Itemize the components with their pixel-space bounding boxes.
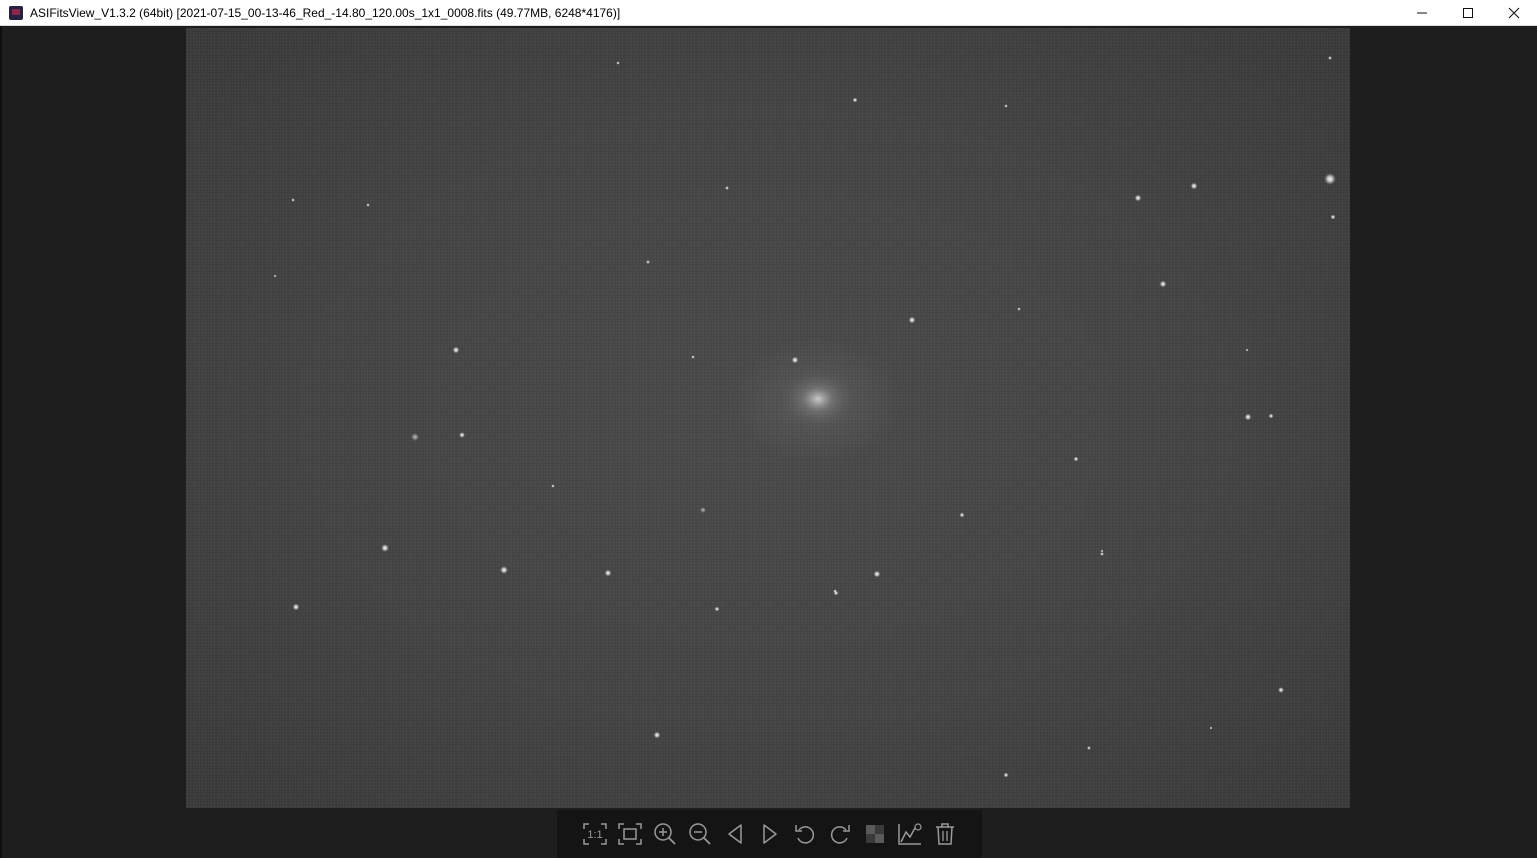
star bbox=[1100, 552, 1104, 556]
star bbox=[1330, 214, 1336, 220]
star bbox=[411, 433, 419, 441]
star bbox=[1087, 746, 1091, 750]
actual-size-label: 1:1 bbox=[587, 829, 602, 841]
star bbox=[1209, 726, 1213, 730]
star bbox=[604, 569, 612, 577]
star bbox=[1324, 173, 1336, 185]
star bbox=[616, 61, 620, 65]
star bbox=[725, 186, 729, 190]
star bbox=[1100, 549, 1104, 553]
title-bar[interactable]: ASIFitsView_V1.3.2 (64bit) [2021-07-15_0… bbox=[0, 0, 1537, 26]
fit-window-icon bbox=[617, 823, 642, 845]
star bbox=[700, 507, 706, 513]
star bbox=[1004, 104, 1008, 108]
rotate-right-icon bbox=[830, 825, 850, 844]
star bbox=[646, 260, 650, 264]
star bbox=[691, 355, 695, 359]
zoom-in-button[interactable] bbox=[649, 819, 680, 850]
next-image-button[interactable] bbox=[754, 819, 785, 850]
window-controls bbox=[1399, 0, 1537, 26]
minimize-button[interactable] bbox=[1399, 0, 1445, 26]
next-icon bbox=[762, 824, 777, 844]
debayer-icon bbox=[865, 825, 884, 843]
star bbox=[1159, 280, 1167, 288]
histogram-icon bbox=[897, 823, 922, 845]
star bbox=[1268, 413, 1274, 419]
app-window: ASIFitsView_V1.3.2 (64bit) [2021-07-15_0… bbox=[0, 0, 1537, 858]
fits-image-viewport[interactable] bbox=[186, 28, 1350, 808]
previous-image-button[interactable] bbox=[719, 819, 750, 850]
star bbox=[1073, 456, 1079, 462]
galaxy-core bbox=[780, 369, 856, 429]
star bbox=[366, 203, 370, 207]
window-title: ASIFitsView_V1.3.2 (64bit) [2021-07-15_0… bbox=[30, 5, 621, 20]
rotate-left-icon bbox=[794, 825, 814, 844]
rotate-right-button[interactable] bbox=[824, 819, 855, 850]
star bbox=[291, 198, 295, 202]
star bbox=[273, 274, 277, 278]
maximize-button[interactable] bbox=[1445, 0, 1491, 26]
star bbox=[1003, 772, 1009, 778]
close-icon bbox=[1508, 7, 1520, 19]
actual-size-icon: 1:1 bbox=[582, 823, 607, 845]
star bbox=[714, 606, 720, 612]
window-left-edge bbox=[0, 26, 2, 858]
zoom-in-icon bbox=[653, 823, 676, 845]
fit-window-button[interactable] bbox=[614, 819, 645, 850]
actual-size-button[interactable]: 1:1 bbox=[579, 819, 610, 850]
star bbox=[1328, 56, 1332, 60]
star bbox=[653, 731, 661, 739]
previous-icon bbox=[727, 824, 742, 844]
star bbox=[873, 570, 881, 578]
star bbox=[1244, 413, 1252, 421]
rotate-left-button[interactable] bbox=[789, 819, 820, 850]
star bbox=[1190, 182, 1198, 190]
star bbox=[551, 484, 555, 488]
minimize-icon bbox=[1417, 12, 1427, 14]
star bbox=[791, 356, 799, 364]
app-logo-icon bbox=[9, 5, 23, 20]
debayer-button[interactable] bbox=[859, 819, 890, 850]
delete-button[interactable] bbox=[929, 819, 960, 850]
star bbox=[852, 97, 858, 103]
star bbox=[1017, 307, 1021, 311]
zoom-out-button[interactable] bbox=[684, 819, 715, 850]
star bbox=[1278, 687, 1284, 693]
star bbox=[833, 589, 837, 593]
close-button[interactable] bbox=[1491, 0, 1537, 26]
star bbox=[1134, 194, 1142, 202]
star bbox=[1245, 348, 1249, 352]
star bbox=[908, 316, 916, 324]
maximize-icon bbox=[1463, 8, 1473, 18]
star bbox=[459, 432, 465, 438]
viewer-toolbar: 1:1 bbox=[557, 810, 982, 858]
histogram-button[interactable] bbox=[894, 819, 925, 850]
star bbox=[292, 603, 300, 611]
star bbox=[959, 512, 965, 518]
star bbox=[500, 566, 508, 574]
zoom-out-icon bbox=[688, 823, 711, 845]
delete-icon bbox=[935, 823, 954, 845]
star-field bbox=[273, 56, 1336, 778]
star bbox=[452, 346, 460, 354]
star bbox=[381, 544, 389, 552]
